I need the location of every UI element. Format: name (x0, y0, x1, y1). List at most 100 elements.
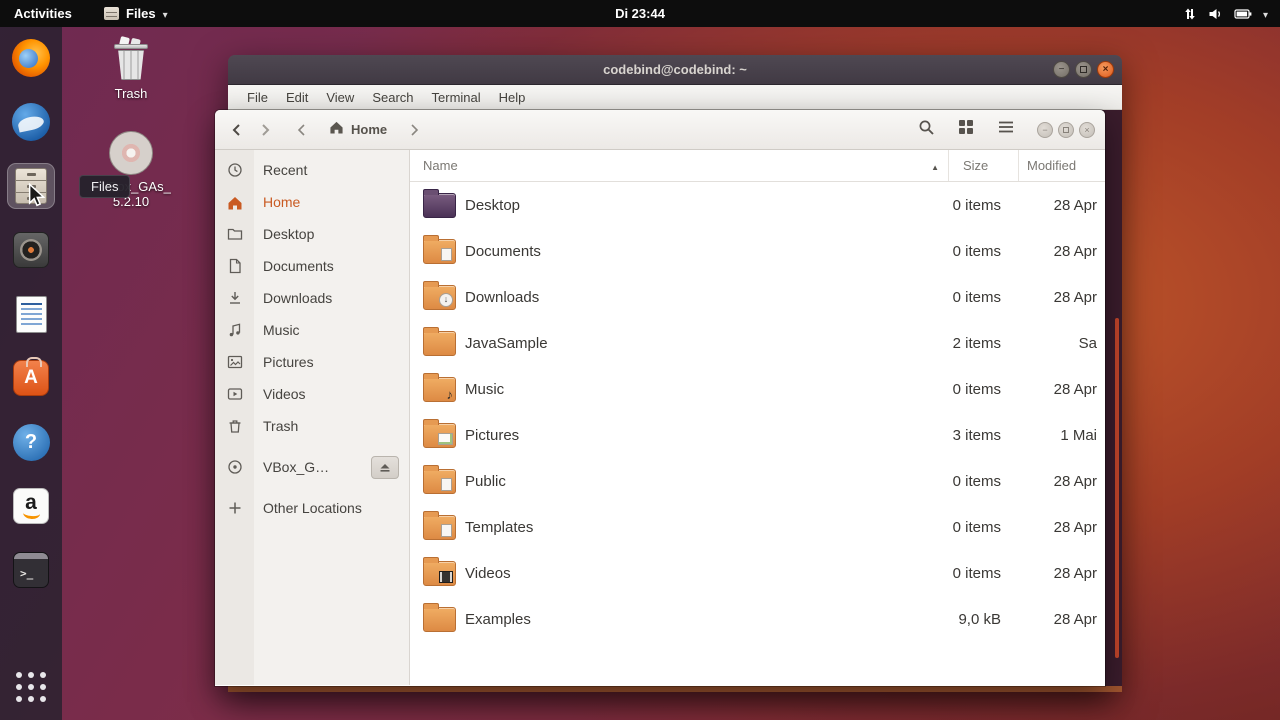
grid-view-button[interactable] (951, 116, 981, 144)
minimize-button[interactable]: − (1053, 61, 1070, 78)
app-menu[interactable]: Files (96, 0, 176, 27)
forward-button[interactable] (251, 116, 279, 144)
sidebar-item-pictures[interactable]: Pictures (215, 346, 409, 378)
home-icon (215, 195, 254, 210)
terminal-scrollbar[interactable] (1115, 318, 1119, 658)
file-row-examples[interactable]: Examples 9,0 kB 28 Apr (410, 596, 1105, 642)
file-row-documents[interactable]: Documents 0 items 28 Apr (410, 228, 1105, 274)
search-button[interactable] (911, 116, 941, 144)
activities-button[interactable]: Activities (0, 0, 86, 27)
show-applications-button[interactable] (7, 664, 55, 710)
folder-templates-icon (423, 510, 456, 540)
thunderbird-icon (12, 103, 50, 141)
trash-icon (215, 418, 254, 434)
file-row-desktop[interactable]: Desktop 0 items 28 Apr (410, 182, 1105, 228)
close-button[interactable]: × (1097, 61, 1114, 78)
dock-item-libreoffice-writer[interactable] (7, 291, 55, 337)
file-row-music[interactable]: Music 0 items28 Apr (410, 366, 1105, 412)
menu-view[interactable]: View (317, 87, 363, 108)
mouse-cursor (28, 182, 48, 212)
sidebar-item-desktop[interactable]: Desktop (215, 218, 409, 250)
dock-item-rhythmbox[interactable] (7, 227, 55, 273)
file-row-downloads[interactable]: Downloads 0 items28 Apr (410, 274, 1105, 320)
app-menu-label: Files (126, 6, 156, 21)
files-headerbar[interactable]: Home − × (215, 110, 1105, 150)
folder-public-icon (423, 464, 456, 494)
file-list: Name Size Modified Desktop 0 items28 Apr… (410, 150, 1105, 685)
desktop-icon-trash[interactable]: Trash (100, 36, 162, 101)
menu-file[interactable]: File (238, 87, 277, 108)
sidebar-item-home[interactable]: Home (215, 186, 409, 218)
sidebar-item-videos[interactable]: Videos (215, 378, 409, 410)
tab-scroll-right-icon[interactable] (405, 118, 423, 142)
column-header-name[interactable]: Name (410, 150, 949, 181)
folder-videos-icon (423, 556, 456, 586)
folder-icon (423, 602, 456, 632)
chevron-down-icon (163, 6, 168, 21)
grid-icon (16, 672, 46, 702)
network-icon (1183, 7, 1197, 21)
cd-disc-icon (215, 459, 254, 475)
chevron-down-icon (1263, 6, 1268, 21)
path-tab-home[interactable]: Home (313, 116, 403, 143)
menu-edit[interactable]: Edit (277, 87, 317, 108)
sidebar-item-trash[interactable]: Trash (215, 410, 409, 442)
close-button[interactable]: × (1079, 121, 1095, 138)
document-icon (215, 258, 254, 274)
clock[interactable]: Di 23:44 (615, 6, 665, 21)
terminal-bottom-edge (228, 686, 1122, 692)
download-icon (215, 290, 254, 306)
home-icon (329, 120, 344, 139)
sort-ascending-icon (931, 158, 939, 173)
folder-downloads-icon (423, 280, 456, 310)
list-view-button[interactable] (991, 116, 1021, 144)
sidebar-item-documents[interactable]: Documents (215, 250, 409, 282)
dock-item-firefox[interactable] (7, 35, 55, 81)
file-row-videos[interactable]: Videos 0 items 28 Apr (410, 550, 1105, 596)
dock-item-ubuntu-software[interactable]: A (7, 355, 55, 401)
column-header-modified[interactable]: Modified (1019, 150, 1105, 181)
desktop-icon-label: Trash (114, 86, 148, 101)
sidebar-item-music[interactable]: Music (215, 314, 409, 346)
file-row-templates[interactable]: Templates 0 items 28 Apr (410, 504, 1105, 550)
volume-icon (1208, 7, 1223, 21)
back-button[interactable] (223, 116, 251, 144)
amazon-icon: a (13, 488, 49, 524)
help-icon: ? (12, 423, 50, 461)
firefox-icon (12, 39, 50, 77)
video-icon (215, 387, 254, 401)
column-header-size[interactable]: Size (949, 150, 1019, 181)
file-row-javasample[interactable]: JavaSample 2 items Sa (410, 320, 1105, 366)
terminal-title: codebind@codebind: ~ (603, 62, 747, 77)
folder-documents-icon (423, 234, 456, 264)
dock-item-thunderbird[interactable] (7, 99, 55, 145)
sidebar-item-downloads[interactable]: Downloads (215, 282, 409, 314)
files-window-controls: − × (1037, 121, 1097, 138)
battery-icon (1234, 8, 1252, 20)
minimize-button[interactable]: − (1037, 121, 1053, 138)
terminal-window-controls: − × (1053, 61, 1122, 78)
menu-search[interactable]: Search (363, 87, 422, 108)
menu-terminal[interactable]: Terminal (423, 87, 490, 108)
system-tray[interactable] (1177, 0, 1274, 27)
terminal-titlebar[interactable]: codebind@codebind: ~ − × (228, 55, 1122, 85)
maximize-button[interactable] (1058, 121, 1074, 138)
sidebar-item-vbox[interactable]: VBox_G… (215, 451, 409, 483)
dock-item-terminal[interactable]: >_ (7, 547, 55, 593)
photo-icon (215, 355, 254, 369)
sidebar: Recent Home Desktop Documents Downloads (215, 150, 410, 685)
folder-icon (215, 227, 254, 241)
eject-button[interactable] (371, 455, 399, 479)
file-row-public[interactable]: Public 0 items 28 Apr (410, 458, 1105, 504)
sidebar-item-other-locations[interactable]: Other Locations (215, 492, 409, 524)
tab-scroll-left-icon[interactable] (293, 118, 311, 142)
maximize-button[interactable] (1075, 61, 1092, 78)
dock-item-help[interactable]: ? (7, 419, 55, 465)
writer-icon (15, 295, 47, 333)
music-note-icon (215, 322, 254, 338)
sidebar-item-recent[interactable]: Recent (215, 154, 409, 186)
search-icon (918, 119, 935, 141)
dock-item-amazon[interactable]: a (7, 483, 55, 529)
file-row-pictures[interactable]: Pictures 3 items 1 Mai (410, 412, 1105, 458)
menu-help[interactable]: Help (490, 87, 535, 108)
